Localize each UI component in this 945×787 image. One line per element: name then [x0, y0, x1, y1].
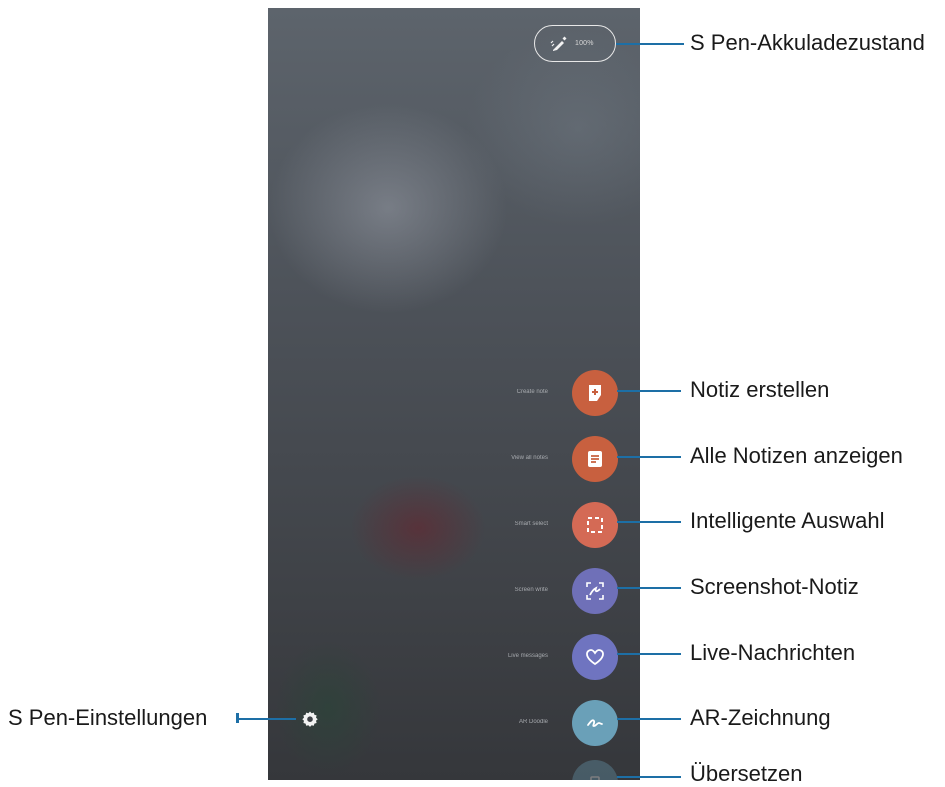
- live-messages-button[interactable]: [572, 634, 618, 680]
- menu-label-smart-select: Smart select: [514, 521, 548, 527]
- callout-ar-doodle: AR-Zeichnung: [690, 705, 831, 730]
- smart-select-button[interactable]: [572, 502, 618, 548]
- screen-write-button[interactable]: [572, 568, 618, 614]
- menu-label-ar-doodle: AR Doodle: [518, 719, 548, 725]
- translate-icon: [590, 776, 600, 780]
- view-all-notes-button[interactable]: [572, 436, 618, 482]
- create-note-button[interactable]: [572, 370, 618, 416]
- menu-label-create-note: Create note: [516, 389, 548, 395]
- callout-settings: S Pen-Einstellungen: [8, 705, 208, 730]
- callout-translate: Übersetzen: [690, 761, 803, 786]
- callout-line-translate: [617, 776, 681, 778]
- callout-line-live-messages: [617, 653, 681, 655]
- menu-label-live-messages: Live messages: [507, 653, 548, 659]
- pen-battery-indicator: 100%: [534, 25, 616, 62]
- doodle-icon: [587, 719, 603, 727]
- callout-line-create-note: [617, 390, 681, 392]
- callout-line-battery: [616, 43, 684, 45]
- callout-view-all-notes: Alle Notizen anzeigen: [690, 443, 903, 468]
- translate-button[interactable]: [572, 760, 618, 780]
- menu-label-view-all-notes: View all notes: [511, 455, 548, 461]
- battery-level: 100%: [575, 40, 594, 47]
- callout-screen-write: Screenshot-Notiz: [690, 574, 859, 599]
- screen-write-icon: [586, 582, 604, 600]
- add-note-icon: [589, 385, 601, 401]
- gear-icon[interactable]: [300, 710, 320, 730]
- callout-smart-select: Intelligente Auswahl: [690, 508, 885, 533]
- callout-tick-settings: [236, 713, 239, 723]
- callout-create-note: Notiz erstellen: [690, 377, 830, 402]
- callout-live-messages: Live-Nachrichten: [690, 640, 856, 665]
- callout-line-view-all-notes: [617, 456, 681, 458]
- callout-line-smart-select: [617, 521, 681, 523]
- callout-line-settings: [236, 718, 296, 720]
- callout-line-ar-doodle: [617, 718, 681, 720]
- smart-select-icon: [587, 517, 603, 533]
- callout-battery: S Pen-Akkuladezustand: [690, 30, 925, 55]
- heart-icon: [586, 649, 604, 666]
- phone-screen: 100% Create note View all notes Smart se…: [268, 8, 640, 780]
- callout-line-screen-write: [617, 587, 681, 589]
- ar-doodle-button[interactable]: [572, 700, 618, 746]
- notes-list-icon: [588, 451, 602, 467]
- menu-label-screen-write: Screen write: [514, 587, 548, 593]
- pen-icon: [550, 36, 567, 51]
